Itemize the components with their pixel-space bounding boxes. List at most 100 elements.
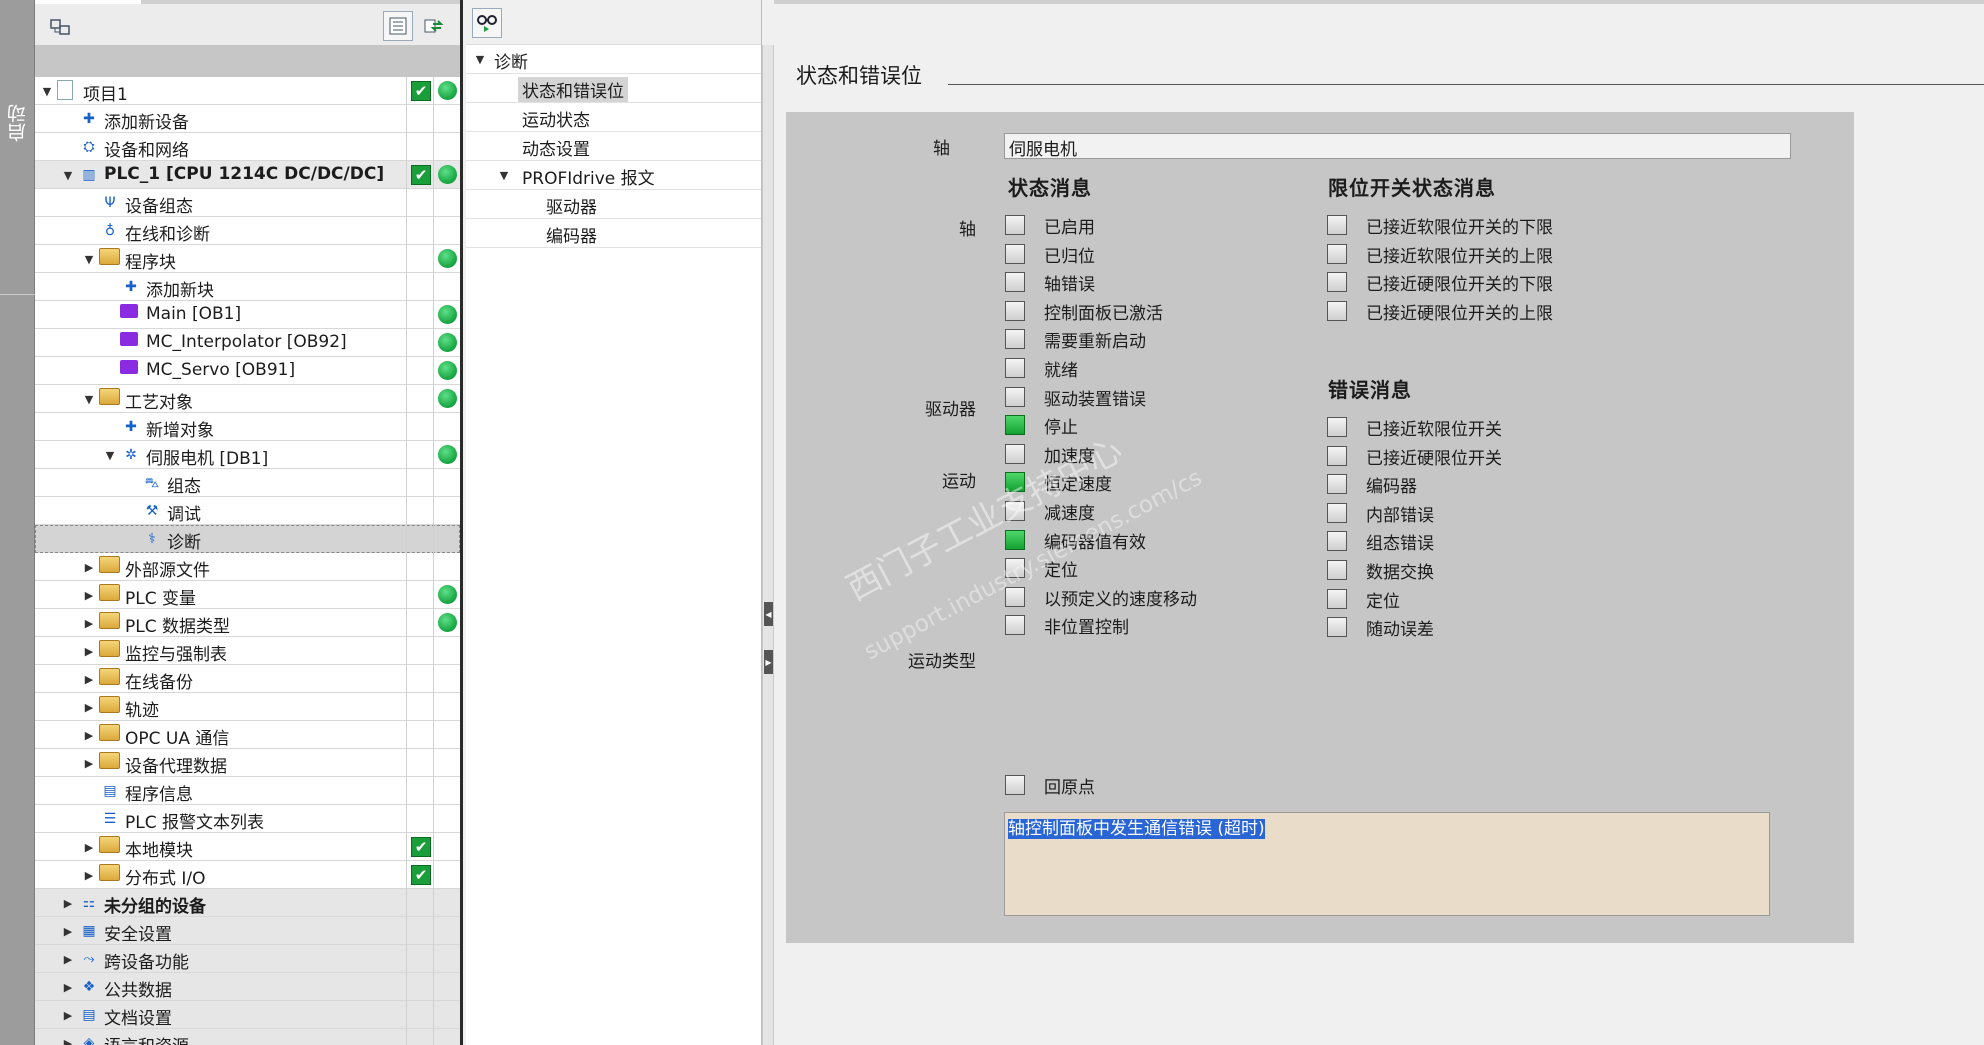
- tree-item[interactable]: ✚ 添加新设备: [35, 105, 460, 133]
- status-bit-indicator: [1005, 415, 1025, 436]
- tree-item[interactable]: ▶ 设备代理数据: [35, 749, 460, 777]
- expanded-arrow-icon[interactable]: ▼: [41, 85, 53, 98]
- collapsed-arrow-icon[interactable]: ▶: [83, 617, 95, 630]
- column-divider: [433, 777, 434, 805]
- tree-item[interactable]: ▼ 工艺对象: [35, 385, 460, 413]
- ungrouped-icon: ⚏: [82, 895, 96, 911]
- column-divider: [433, 105, 434, 133]
- tree-item[interactable]: ▶ 本地模块 ✔: [35, 833, 460, 861]
- tree-item[interactable]: ▶ 外部源文件: [35, 553, 460, 581]
- collapsed-arrow-icon[interactable]: ▶: [62, 897, 74, 910]
- nav-item[interactable]: 状态和错误位: [466, 74, 761, 103]
- column-divider: [433, 693, 434, 721]
- nav-item-label: 编码器: [546, 227, 597, 247]
- nav-item[interactable]: 编码器: [466, 219, 761, 248]
- tree-item[interactable]: ⚒ 调试: [35, 497, 460, 525]
- nav-item-label: 驱动器: [546, 198, 597, 218]
- tree-item[interactable]: ♁ 在线和诊断: [35, 217, 460, 245]
- column-divider: [433, 217, 434, 245]
- tree-item[interactable]: ▶ ▤ 文档设置: [35, 1001, 460, 1029]
- collapsed-arrow-icon[interactable]: ▶: [83, 729, 95, 742]
- collapsed-arrow-icon[interactable]: ▶: [83, 841, 95, 854]
- sync-icon[interactable]: [418, 11, 448, 41]
- tree-item[interactable]: ▶ ⤳ 跨设备功能: [35, 945, 460, 973]
- nav-item[interactable]: 驱动器: [466, 190, 761, 219]
- tree-item[interactable]: ✚ 添加新块: [35, 273, 460, 301]
- collapsed-arrow-icon[interactable]: ▶: [62, 953, 74, 966]
- collapse-left-icon[interactable]: ◀: [764, 602, 773, 626]
- collapsed-arrow-icon[interactable]: ▶: [62, 925, 74, 938]
- tree-item[interactable]: ▶ 分布式 I/O ✔: [35, 861, 460, 889]
- column-divider: [433, 77, 434, 105]
- collapsed-arrow-icon[interactable]: ▶: [83, 589, 95, 602]
- tree-item[interactable]: ▶ ▦ 安全设置: [35, 917, 460, 945]
- overview-icon[interactable]: [383, 11, 413, 41]
- add-block-icon: ✚: [125, 279, 137, 295]
- tree-item[interactable]: MC_Servo [OB91]: [35, 357, 460, 385]
- portal-view-tab[interactable]: 启动: [0, 0, 35, 1045]
- nav-item[interactable]: 运动状态: [466, 103, 761, 132]
- tree-item[interactable]: ▶ PLC 数据类型: [35, 609, 460, 637]
- collapse-tree-icon[interactable]: [45, 12, 75, 42]
- tree-item[interactable]: ▶ ◈ 语言和资源: [35, 1029, 460, 1045]
- tree-item[interactable]: ▶ 在线备份: [35, 665, 460, 693]
- expanded-arrow-icon[interactable]: ▼: [104, 449, 116, 462]
- expanded-arrow-icon[interactable]: ▼: [83, 393, 95, 406]
- error-bit-label: 随动误差: [1366, 620, 1434, 641]
- folder-icon: [99, 640, 120, 657]
- collapsed-arrow-icon[interactable]: ▶: [62, 1009, 74, 1022]
- tree-item[interactable]: ▶ 轨迹: [35, 693, 460, 721]
- project-tree-tab: [35, 0, 141, 4]
- nav-item[interactable]: ▼ PROFIdrive 报文: [466, 161, 761, 190]
- tree-item[interactable]: ⚕ 诊断: [35, 525, 460, 553]
- add-object-icon: ✚: [125, 419, 137, 435]
- expanded-arrow-icon[interactable]: ▼: [498, 169, 510, 182]
- expanded-arrow-icon[interactable]: ▼: [83, 253, 95, 266]
- column-divider: [406, 665, 407, 693]
- tree-item[interactable]: ▶ ⚏ 未分组的设备: [35, 889, 460, 917]
- tree-item[interactable]: ▶ OPC UA 通信: [35, 721, 460, 749]
- alarm-message-box[interactable]: 轴控制面板中发生通信错误 (超时): [1004, 812, 1770, 916]
- collapsed-arrow-icon[interactable]: ▶: [62, 981, 74, 994]
- collapsed-arrow-icon[interactable]: ▶: [62, 1037, 74, 1045]
- tree-item-label: 本地模块: [125, 841, 193, 861]
- online-ok-status-icon: [438, 389, 457, 408]
- expanded-arrow-icon[interactable]: ▼: [474, 53, 486, 66]
- tree-item[interactable]: ▼ ▥ PLC_1 [CPU 1214C DC/DC/DC] ✔: [35, 161, 460, 189]
- column-divider: [433, 861, 434, 889]
- collapsed-arrow-icon[interactable]: ▶: [83, 869, 95, 882]
- nav-item-label: PROFIdrive 报文: [522, 169, 655, 189]
- collapsed-arrow-icon[interactable]: ▶: [83, 701, 95, 714]
- expanded-arrow-icon[interactable]: ▼: [62, 169, 74, 182]
- online-ok-status-icon: [438, 361, 457, 380]
- tree-item[interactable]: ▼ ✲ 伺服电机 [DB1]: [35, 441, 460, 469]
- status-bit-indicator: [1005, 358, 1025, 378]
- tree-item-label: 设备代理数据: [125, 757, 227, 777]
- tree-item[interactable]: ✚ 新增对象: [35, 413, 460, 441]
- tree-item[interactable]: MC_Interpolator [OB92]: [35, 329, 460, 357]
- tree-item[interactable]: Main [OB1]: [35, 301, 460, 329]
- collapsed-arrow-icon[interactable]: ▶: [83, 673, 95, 686]
- collapsed-arrow-icon[interactable]: ▶: [83, 645, 95, 658]
- column-divider: [406, 889, 407, 917]
- tree-item[interactable]: ▶ 监控与强制表: [35, 637, 460, 665]
- tree-item[interactable]: ▶ ❖ 公共数据: [35, 973, 460, 1001]
- tree-item[interactable]: ▼ 程序块: [35, 245, 460, 273]
- status-bit-label: 加速度: [1044, 446, 1095, 467]
- nav-item[interactable]: 动态设置: [466, 132, 761, 161]
- tree-item[interactable]: ▼ 项目1 ✔: [35, 77, 460, 105]
- tree-item[interactable]: ☰ PLC 报警文本列表: [35, 805, 460, 833]
- collapsed-arrow-icon[interactable]: ▶: [83, 561, 95, 574]
- tree-item[interactable]: ⛍ 组态: [35, 469, 460, 497]
- nav-item[interactable]: ▼ 诊断: [466, 45, 761, 74]
- tree-item[interactable]: ⛭ 设备和网络: [35, 133, 460, 161]
- tree-item[interactable]: Ψ 设备组态: [35, 189, 460, 217]
- online-ok-status-icon: [438, 445, 457, 464]
- tree-item[interactable]: ▶ PLC 变量: [35, 581, 460, 609]
- collapsed-arrow-icon[interactable]: ▶: [83, 757, 95, 770]
- limit-bit-label: 已接近软限位开关的下限: [1366, 218, 1553, 238]
- monitor-all-icon[interactable]: [472, 8, 502, 38]
- splitter-bar[interactable]: ◀ ▶: [762, 45, 774, 1045]
- expand-right-icon[interactable]: ▶: [764, 650, 773, 674]
- tree-item[interactable]: ▤ 程序信息: [35, 777, 460, 805]
